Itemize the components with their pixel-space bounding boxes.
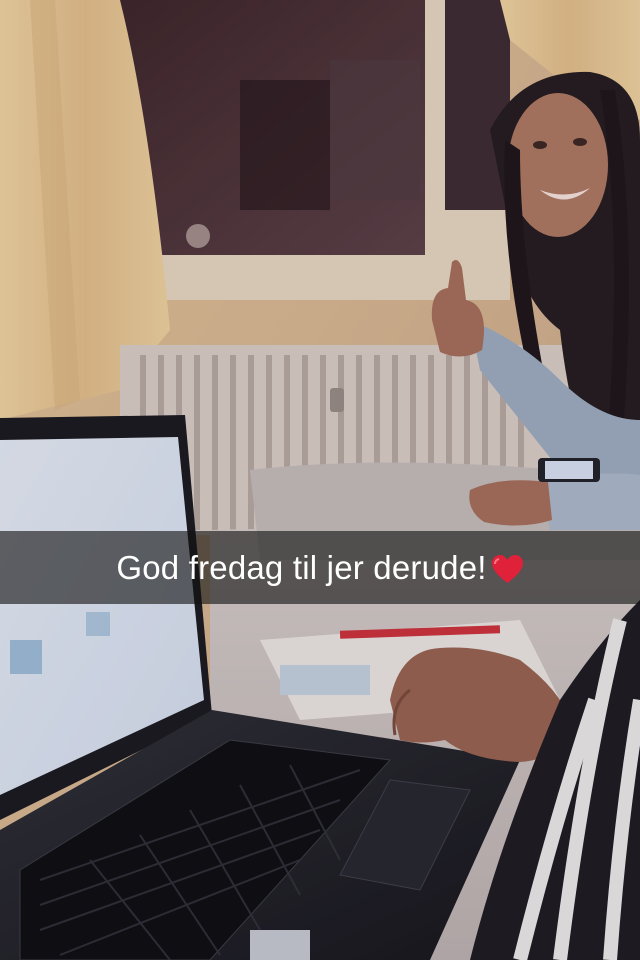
red-heart-icon bbox=[491, 554, 524, 584]
caption-bar: God fredag til jer derude! bbox=[0, 531, 640, 604]
photo-scene bbox=[0, 0, 640, 960]
caption-text: God fredag til jer derude! bbox=[116, 548, 487, 586]
snapchat-photo: God fredag til jer derude! bbox=[0, 0, 640, 960]
